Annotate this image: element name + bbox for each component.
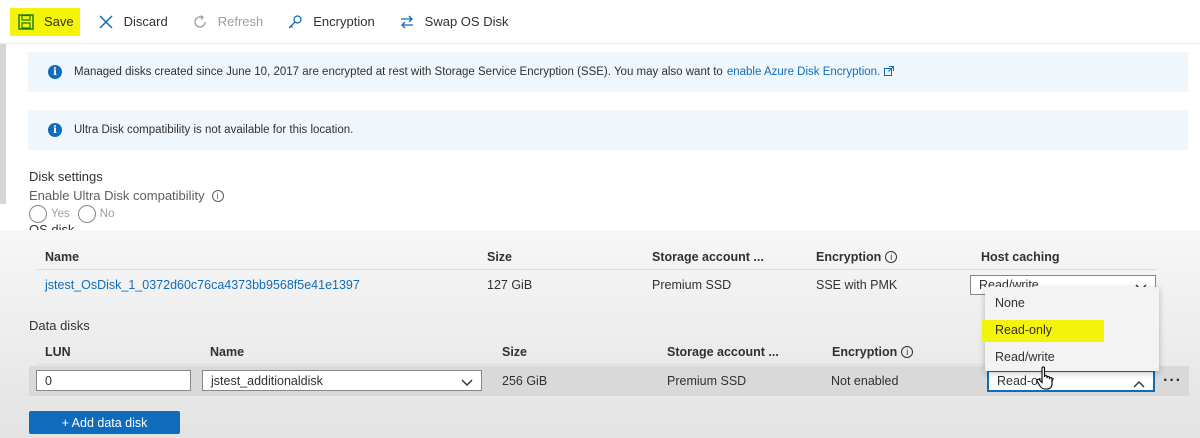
- info-tooltip-icon[interactable]: i: [885, 251, 898, 263]
- enable-ade-link[interactable]: enable Azure Disk Encryption.: [727, 66, 880, 78]
- swap-icon: [397, 12, 417, 32]
- data-col-name: Name: [210, 345, 245, 359]
- more-options-button[interactable]: ···: [1163, 372, 1182, 390]
- ultra-compat-label: Enable Ultra Disk compatibility i: [29, 188, 224, 203]
- os-disk-storage: Premium SSD: [652, 278, 732, 292]
- swap-label: Swap OS Disk: [424, 14, 509, 29]
- info-tooltip-icon[interactable]: i: [901, 346, 914, 358]
- ultra-compat-radio-group: Yes No: [29, 205, 122, 223]
- add-data-disk-button[interactable]: + Add data disk: [29, 411, 180, 434]
- data-disk-size: 256 GiB: [502, 374, 548, 388]
- os-disk-size: 127 GiB: [487, 278, 533, 292]
- encryption-label: Encryption: [313, 14, 375, 29]
- lun-input[interactable]: 0: [36, 370, 191, 391]
- data-col-storage: Storage account ...: [667, 345, 779, 359]
- os-col-encryption: Encryption i: [816, 250, 898, 264]
- data-col-encryption: Encryption i: [832, 345, 914, 359]
- radio-yes[interactable]: [29, 205, 47, 223]
- radio-no-label: No: [99, 208, 115, 220]
- os-col-caching: Host caching: [981, 250, 1060, 264]
- info-icon: i: [48, 123, 62, 137]
- data-col-size: Size: [502, 345, 528, 359]
- save-icon: [16, 12, 36, 32]
- ultra-banner-text: Ultra Disk compatibility is not availabl…: [74, 124, 354, 136]
- sse-banner-text: Managed disks created since June 10, 201…: [74, 66, 723, 78]
- sse-info-banner: i Managed disks created since June 10, 2…: [28, 52, 1188, 92]
- discard-button[interactable]: Discard: [90, 8, 174, 36]
- info-icon: i: [48, 65, 62, 79]
- data-disk-storage: Premium SSD: [667, 374, 747, 388]
- data-host-caching-select[interactable]: Read-only: [987, 370, 1155, 392]
- chevron-up-icon: [1133, 377, 1145, 391]
- swap-os-disk-button[interactable]: Swap OS Disk: [391, 8, 515, 36]
- os-disk-name-link[interactable]: jstest_OsDisk_1_0372d60c76ca4373bb9568f5…: [45, 278, 360, 292]
- data-disks-heading: Data disks: [29, 318, 90, 333]
- chevron-down-icon: [461, 376, 473, 390]
- encryption-button[interactable]: Encryption: [279, 8, 380, 36]
- os-disk-encryption: SSE with PMK: [816, 278, 898, 292]
- save-label: Save: [44, 14, 74, 29]
- os-col-size: Size: [487, 250, 513, 264]
- ultra-info-banner: i Ultra Disk compatibility is not availa…: [28, 110, 1188, 150]
- disk-settings-heading: Disk settings: [29, 169, 103, 184]
- data-disk-encryption: Not enabled: [831, 374, 899, 388]
- key-icon: [285, 12, 305, 32]
- hand-cursor-icon: [1036, 366, 1056, 395]
- refresh-label: Refresh: [217, 14, 264, 29]
- os-col-storage: Storage account ...: [652, 250, 764, 264]
- data-disk-name-value: jstest_additionaldisk: [211, 373, 323, 388]
- radio-no[interactable]: [77, 205, 96, 223]
- close-icon: [96, 12, 116, 32]
- refresh-button[interactable]: Refresh: [184, 8, 270, 36]
- data-disk-name-select[interactable]: jstest_additionaldisk: [202, 370, 482, 391]
- command-bar: Save Discard Refresh Encryption Swap OS …: [0, 0, 1200, 44]
- external-link-icon[interactable]: [884, 65, 895, 79]
- discard-label: Discard: [123, 14, 168, 29]
- dropdown-option-none[interactable]: None: [993, 294, 1027, 312]
- info-tooltip-icon[interactable]: i: [211, 189, 224, 202]
- data-col-lun: LUN: [45, 345, 71, 359]
- scrollbar[interactable]: [0, 44, 6, 204]
- save-button[interactable]: Save: [10, 7, 80, 36]
- os-col-name: Name: [45, 250, 80, 264]
- dropdown-option-read-write[interactable]: Read/write: [993, 348, 1057, 366]
- radio-yes-label: Yes: [51, 208, 70, 220]
- divider: [37, 269, 1157, 270]
- lun-value: 0: [45, 373, 52, 388]
- refresh-icon: [190, 12, 210, 32]
- dropdown-option-read-only[interactable]: Read-only: [993, 321, 1054, 339]
